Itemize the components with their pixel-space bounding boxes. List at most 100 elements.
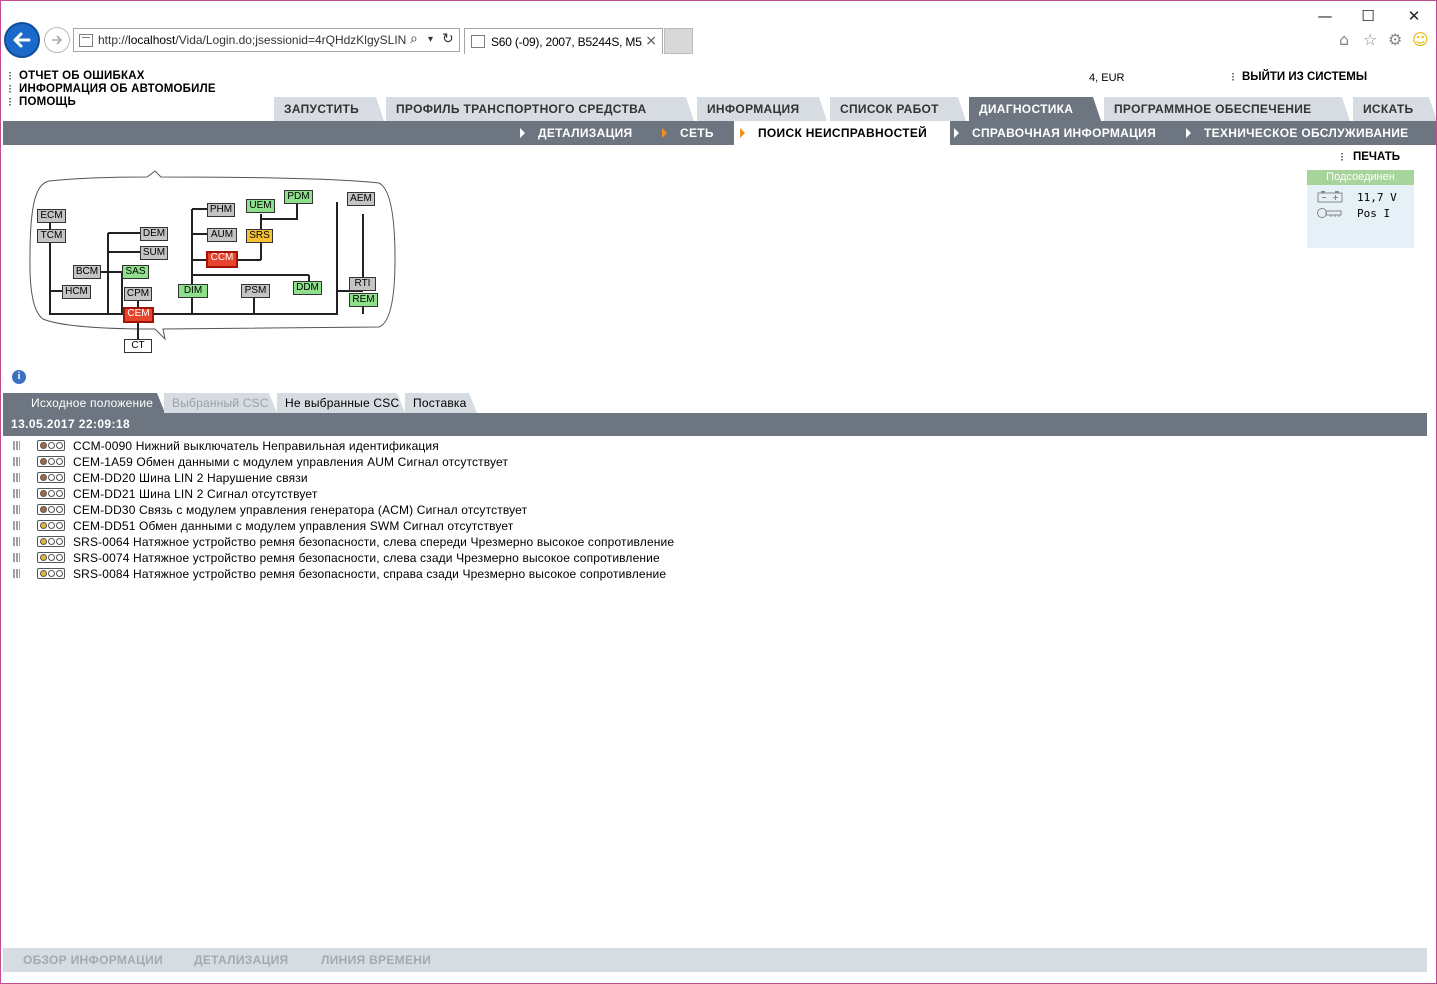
dtc-row[interactable]: SRS-0064 Натяжное устройство ремня безоп… [13,534,913,550]
star-icon[interactable]: ☆ [1363,30,1377,49]
help-link[interactable]: ПОМОЩЬ [9,96,216,109]
info-icon[interactable]: i [12,370,26,384]
subnav-maintenance[interactable]: ТЕХНИЧЕСКОЕ ОБСЛУЖИВАНИЕ [1186,121,1408,145]
tab-title: S60 (-09), 2007, B5244S, M5... [491,35,643,49]
module-BCM[interactable]: BCM [73,265,101,279]
footer-overview[interactable]: ОБЗОР ИНФОРМАЦИИ [23,948,163,972]
dtc-row[interactable]: CEM-DD21 Шина LIN 2 Сигнал отсутствует [13,486,913,502]
key-icon [1317,208,1342,218]
dtc-row[interactable]: SRS-0084 Натяжное устройство ремня безоп… [13,566,913,582]
home-icon[interactable]: ⌂ [1339,30,1349,49]
drag-handle-icon[interactable] [13,553,20,562]
dtc-text: CEM-DD20 Шина LIN 2 Нарушение связи [73,471,308,485]
module-REM[interactable]: REM [349,293,378,307]
tab-vehicle-profile[interactable]: ПРОФИЛЬ ТРАНСПОРТНОГО СРЕДСТВА [386,97,694,121]
dtc-text: SRS-0064 Натяжное устройство ремня безоп… [73,535,675,549]
drag-handle-icon[interactable] [13,457,20,466]
module-DEM[interactable]: DEM [140,227,168,241]
footer-details[interactable]: ДЕТАЛИЗАЦИЯ [194,948,288,972]
error-report-link[interactable]: ОТЧЕТ ОБ ОШИБКАХ [9,70,216,83]
logout-link[interactable]: ВЫЙТИ ИЗ СИСТЕМЫ [1232,71,1367,83]
page-icon [471,35,485,48]
module-TCM[interactable]: TCM [37,229,66,243]
dtc-row[interactable]: CEM-DD20 Шина LIN 2 Нарушение связи [13,470,913,486]
module-DDM[interactable]: DDM [293,281,322,295]
module-SUM[interactable]: SUM [140,246,168,260]
module-SAS[interactable]: SAS [122,265,149,279]
sub-navigation: ДЕТАЛИЗАЦИЯ СЕТЬ ПОИСК НЕИСПРАВНОСТЕЙ СП… [3,121,1436,145]
drag-handle-icon[interactable] [13,521,20,530]
close-window-button[interactable]: ✕ [1404,7,1424,25]
subnav-reference-info[interactable]: СПРАВОЧНАЯ ИНФОРМАЦИЯ [954,121,1156,145]
search-icon[interactable]: ⌕ [410,31,418,47]
dtc-row[interactable]: SRS-0074 Натяжное устройство ремня безоп… [13,550,913,566]
module-RTI[interactable]: RTI [349,277,376,291]
drag-handle-icon[interactable] [13,505,20,514]
drag-handle-icon[interactable] [13,441,20,450]
maximize-button[interactable]: ☐ [1358,7,1378,25]
drag-handle-icon[interactable] [13,473,20,482]
dtc-row[interactable]: CEM-DD51 Обмен данными с модулем управле… [13,518,913,534]
tab-selected-csc[interactable]: Выбранный CSC [164,393,277,413]
module-CCM[interactable]: CCM [206,251,238,268]
module-CEM[interactable]: CEM [123,307,154,323]
tab-start[interactable]: ЗАПУСТИТЬ [274,97,384,121]
module-ECM[interactable]: ECM [37,209,66,223]
module-PDM[interactable]: PDM [284,190,313,204]
dtc-row[interactable]: CCM-0090 Нижний выключатель Неправильная… [13,438,913,454]
address-url[interactable]: http://localhost/Vida/Login.do;jsessioni… [98,33,408,47]
dtc-text: CEM-DD51 Обмен данными с модулем управле… [73,519,514,533]
address-bar[interactable]: http://localhost/Vida/Login.do;jsessioni… [73,28,460,52]
print-button[interactable]: ПЕЧАТЬ [1341,151,1400,163]
minimize-button[interactable]: — [1315,7,1335,25]
module-PHM[interactable]: PHM [207,203,235,217]
subnav-troubleshooting[interactable]: ПОИСК НЕИСПРАВНОСТЕЙ [734,121,950,145]
forward-button[interactable] [44,27,70,53]
battery-voltage: 11,7 V [1357,191,1397,204]
triangle-right-icon [1186,128,1191,138]
module-HCM[interactable]: HCM [62,285,91,299]
top-links: ОТЧЕТ ОБ ОШИБКАХ ИНФОРМАЦИЯ ОБ АВТОМОБИЛ… [9,70,216,109]
footer-timeline[interactable]: ЛИНИЯ ВРЕМЕНИ [321,948,431,972]
tab-software[interactable]: ПРОГРАММНОЕ ОБЕСПЕЧЕНИЕ [1104,97,1350,121]
chevron-down-icon[interactable]: ▾ [428,34,433,45]
tab-initial-state[interactable]: Исходное положение [3,393,165,413]
dtc-lamp-icon [37,488,65,499]
triangle-right-icon [740,128,745,138]
gear-icon[interactable]: ⚙ [1388,30,1402,49]
refresh-icon[interactable]: ↻ [442,31,454,47]
subnav-network[interactable]: СЕТЬ [662,121,714,145]
module-SRS[interactable]: SRS [246,229,273,243]
dtc-text: CCM-0090 Нижний выключатель Неправильная… [73,439,439,453]
drag-handle-icon[interactable] [13,537,20,546]
module-CT[interactable]: CT [124,339,152,353]
subnav-details[interactable]: ДЕТАЛИЗАЦИЯ [520,121,632,145]
smiley-icon[interactable]: ☺ [1412,30,1429,49]
dtc-text: CEM-1A59 Обмен данными с модулем управле… [73,455,509,469]
module-DIM[interactable]: DIM [178,284,208,298]
tab-search[interactable]: ИСКАТЬ [1353,97,1437,121]
dtc-row[interactable]: CEM-DD30 Связь с модулем управления гене… [13,502,913,518]
triangle-right-icon [520,128,525,138]
drag-handle-icon[interactable] [13,569,20,578]
drag-handle-icon[interactable] [13,489,20,498]
vehicle-info-link[interactable]: ИНФОРМАЦИЯ ОБ АВТОМОБИЛЕ [9,83,216,96]
arrow-right-icon [52,35,63,45]
tab-delivery[interactable]: Поставка [405,393,477,413]
module-UEM[interactable]: UEM [246,199,275,213]
module-AEM[interactable]: AEM [347,192,375,206]
battery-icon [1317,191,1343,203]
tab-unselected-csc[interactable]: Не выбранные CSC [277,393,405,413]
close-tab-icon[interactable]: × [645,33,657,49]
module-PSM[interactable]: PSM [241,284,270,298]
tab-diagnostics[interactable]: ДИАГНОСТИКА [969,97,1101,121]
session-date: 13.05.2017 22:09:18 [3,413,1427,436]
new-tab-button[interactable] [664,28,693,54]
module-CPM[interactable]: CPM [124,287,152,301]
back-button[interactable] [4,22,40,58]
module-AUM[interactable]: AUM [207,228,237,242]
browser-tab[interactable]: S60 (-09), 2007, B5244S, M5... × [464,28,663,54]
tab-work-list[interactable]: СПИСОК РАБОТ [830,97,966,121]
tab-information[interactable]: ИНФОРМАЦИЯ [697,97,827,121]
dtc-row[interactable]: CEM-1A59 Обмен данными с модулем управле… [13,454,913,470]
